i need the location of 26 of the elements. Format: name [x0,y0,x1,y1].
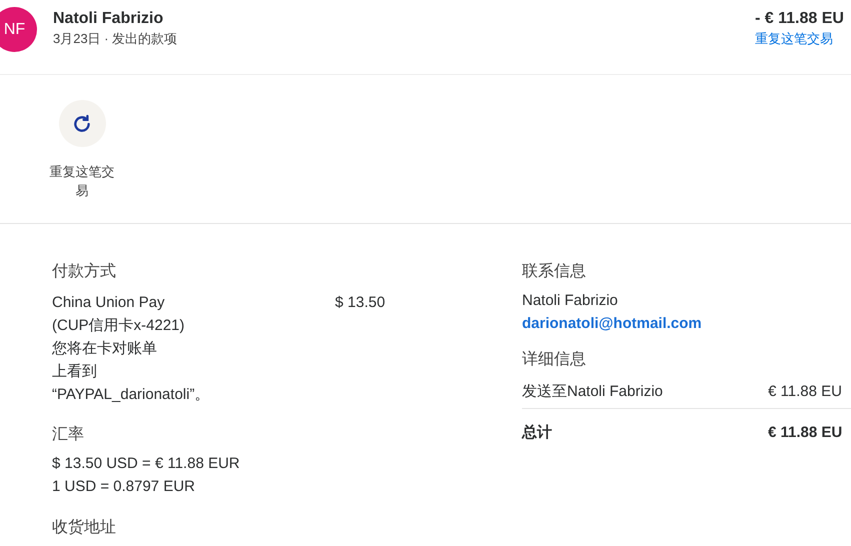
total-amount: € 11.88 EU [768,422,844,443]
payment-method-text: (CUP信用卡x-4221) [52,316,186,336]
payment-method-text: “PAYPAL_darionatoli”。 [52,385,211,405]
refresh-icon [58,100,106,147]
payment-method-text: China Union Pay [52,293,166,313]
section-title: 汇率 [52,424,85,445]
contact-name: Natoli Fabrizio [522,291,619,311]
payment-method-text: 您将在卡对账单 [52,339,158,359]
payment-method-text: 上看到 [52,362,98,382]
section-title: 详细信息 [522,350,587,370]
repeat-link[interactable]: 重复这笔交易 [755,29,851,49]
section-title: 联系信息 [522,262,587,282]
detail-amount: € 11.88 EU [768,382,843,402]
section-title: 收货地址 [52,518,117,538]
email-link[interactable]: darionatoli@hotmail.com [522,312,851,335]
total-label: 总计 [522,422,552,443]
payment-amount: $ 13.50 [335,293,386,313]
transaction-subtitle: 3月23日 · 发出的款项 [53,30,178,48]
payee-name: Natoli Fabrizio [53,9,164,29]
transaction-amount: - € 11.88 EU [755,9,845,29]
avatar: NF [0,7,37,52]
detail-label: 发送至Natoli Fabrizio [522,382,663,402]
repeat-transaction-button[interactable]: 重复这笔交易 [46,100,118,223]
section-title: 付款方式 [52,262,117,282]
exchange-rate-text: 1 USD = 0.8797 EUR [52,477,196,497]
exchange-rate-text: $ 13.50 USD = € 11.88 EUR [52,454,241,474]
